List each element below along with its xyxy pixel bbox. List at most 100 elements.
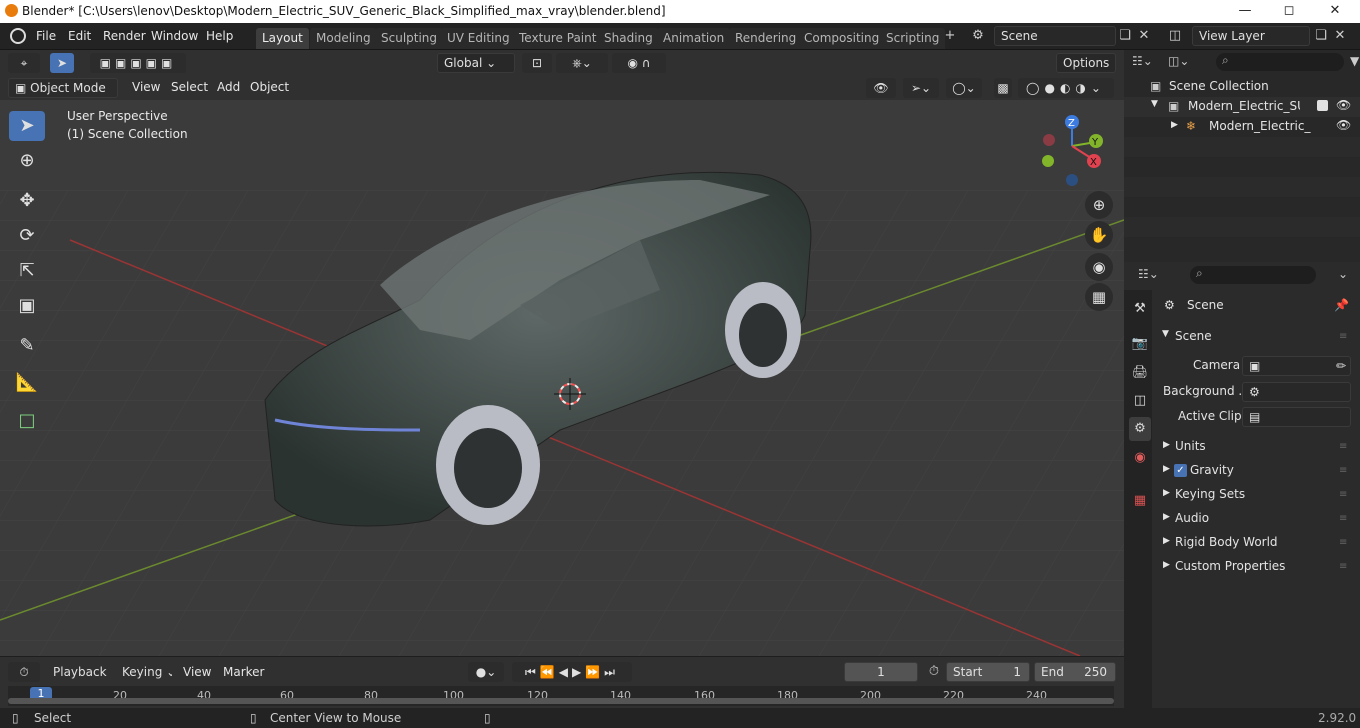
tab-shading[interactable]: Shading [598,28,659,49]
gravity-checkbox[interactable]: ✓ [1174,464,1187,477]
keying-sets-subpanel[interactable]: Keying Sets [1175,487,1245,501]
expand-icon[interactable]: ▶ [1163,536,1170,546]
orthographic-grid-icon[interactable]: ▦ [1085,283,1113,311]
rigid-body-world-subpanel[interactable]: Rigid Body World [1175,535,1278,549]
view-layer-tab-icon[interactable]: ◫ [1129,389,1151,413]
cursor-tool[interactable]: ⊕ [9,146,45,176]
scene-icon[interactable]: ⚙ [966,26,990,46]
view-layer-selector[interactable]: View Layer [1192,26,1310,46]
timeline-scrollbar[interactable] [8,698,1114,704]
gizmo-toggle-icon[interactable]: ➢⌄ [903,78,939,98]
navigation-gizmo[interactable]: Z Y X [1036,114,1116,194]
scale-tool[interactable]: ⇱ [9,256,45,286]
snap-icon[interactable]: ⎈⌄ [556,53,608,73]
viewport-menu-object[interactable]: Object [250,80,289,94]
drag-grip-icon[interactable]: ≡ [1339,465,1351,476]
active-clip-field[interactable]: ▤ [1242,407,1351,427]
rotate-tool[interactable]: ⟳ [9,221,45,251]
viewport-menu-view[interactable]: View [132,80,160,94]
playback-menu[interactable]: Playback ⌄ [46,662,112,682]
add-cube-tool[interactable]: □ [9,406,45,436]
new-view-layer-icon[interactable]: ❏ [1312,26,1330,46]
3d-viewport[interactable]: User Perspective (1) Scene Collection ➤ … [0,100,1124,656]
camera-field[interactable]: ▣ ✏ [1242,356,1351,376]
outliner-row-object[interactable]: ▶ ❄ Modern_Electric_SUV 👁 [1124,117,1360,137]
current-frame-field[interactable]: 1 [844,662,918,682]
annotate-tool[interactable]: ✎ [9,331,45,361]
scene-panel-expand-icon[interactable]: ▼ [1162,329,1169,339]
menu-render[interactable]: Render [103,29,146,43]
expand-icon[interactable]: ▼ [1151,99,1158,109]
expand-icon[interactable]: ▶ [1163,440,1170,450]
options-dropdown[interactable]: Options ⌄ [1056,53,1116,73]
tab-animation[interactable]: Animation [657,28,731,49]
pin-icon[interactable]: 📌 [1334,298,1349,312]
mode-dropdown[interactable]: ▣ Object Mode [8,78,118,98]
select-box-tool[interactable]: ➤ [9,111,45,141]
pivot-point-icon[interactable]: ⊡ [522,53,552,73]
outliner-search-input[interactable]: ⌕ [1216,53,1344,71]
tab-modeling[interactable]: Modeling [310,28,377,49]
minimize-icon[interactable]: — [1230,2,1260,20]
world-tab-icon[interactable]: ◉ [1129,446,1151,470]
tab-compositing[interactable]: Compositing [798,28,886,49]
playback-controls[interactable]: ⏮⏪◀▶⏩⏭ [512,662,632,682]
display-mode-icon[interactable]: ◫⌄ [1168,54,1198,74]
tab-texture-paint[interactable]: Texture Paint [513,28,603,49]
xray-icon[interactable]: ▩ [994,78,1012,98]
properties-type-icon[interactable]: ☷⌄ [1138,267,1159,281]
drag-grip-icon[interactable]: ≡ [1339,561,1351,572]
viewport-menu-add[interactable]: Add [217,80,240,94]
blender-menu-icon[interactable] [10,28,26,44]
drag-grip-icon[interactable]: ≡ [1339,331,1351,342]
menu-window[interactable]: Window [151,29,198,43]
camera-view-icon[interactable]: ◉ [1085,253,1113,281]
pan-hand-icon[interactable]: ✋ [1085,221,1113,249]
transform-tool[interactable]: ▣ [9,291,45,321]
drag-grip-icon[interactable]: ≡ [1339,489,1351,500]
transform-orientation-dropdown[interactable]: Global ⌄ [437,53,515,73]
viewport-menu-select[interactable]: Select [171,80,208,94]
auto-keying-icon[interactable]: ●⌄ [468,662,504,682]
tab-sculpting[interactable]: Sculpting [375,28,444,49]
add-workspace-icon[interactable]: + [942,26,958,46]
custom-properties-subpanel[interactable]: Custom Properties [1175,559,1285,573]
eye-icon[interactable]: 👁 [1336,98,1351,112]
tool-tab-icon[interactable]: ⚒ [1129,297,1151,321]
measure-tool[interactable]: 📐 [9,368,45,398]
delete-view-layer-icon[interactable]: ✕ [1332,26,1348,46]
expand-icon[interactable]: ▶ [1163,488,1170,498]
output-tab-icon[interactable]: 🖨 [1129,361,1151,385]
tab-rendering[interactable]: Rendering [729,28,803,49]
move-tool[interactable]: ✥ [9,186,45,216]
menu-edit[interactable]: Edit [68,29,91,43]
expand-icon[interactable]: ▶ [1163,512,1170,522]
timeline-editor-type-icon[interactable]: ⏱ [8,662,40,682]
start-frame-field[interactable]: Start 1 [946,662,1030,682]
units-subpanel[interactable]: Units [1175,439,1206,453]
tab-scripting[interactable]: Scripting [880,28,946,49]
scene-tab-icon[interactable]: ⚙ [1129,417,1151,441]
scene-panel-header[interactable]: Scene [1175,329,1212,343]
background-field[interactable]: ⚙ [1242,382,1351,402]
gravity-subpanel[interactable]: Gravity [1190,463,1234,477]
outliner-row-collection[interactable]: ▼ ▣ Modern_Electric_SUV_Ge 👁 [1124,97,1360,117]
properties-search-input[interactable]: ⌕ [1190,266,1316,284]
close-icon[interactable]: ✕ [1320,2,1350,20]
menu-file[interactable]: File [36,29,56,43]
stopwatch-icon[interactable]: ⏱ [924,662,944,682]
zoom-icon[interactable]: ⊕ [1085,191,1113,219]
texture-tab-icon[interactable]: ▦ [1129,489,1151,513]
scene-selector[interactable]: Scene [994,26,1116,46]
properties-options-icon[interactable]: ⌄ [1338,267,1348,281]
timeline-view-menu[interactable]: View [183,665,211,679]
maximize-icon[interactable]: ◻ [1274,2,1304,20]
expand-icon[interactable]: ▶ [1163,464,1170,474]
end-frame-field[interactable]: End 250 [1034,662,1116,682]
drag-grip-icon[interactable]: ≡ [1339,513,1351,524]
selection-mode-icons[interactable]: ▣▣▣▣▣ [90,53,186,73]
outliner-row-scene-collection[interactable]: ▣ Scene Collection [1124,77,1360,97]
audio-subpanel[interactable]: Audio [1175,511,1209,525]
filter-icon[interactable]: ▼ [1350,54,1359,68]
outliner-type-icon[interactable]: ☷⌄ [1132,54,1172,74]
